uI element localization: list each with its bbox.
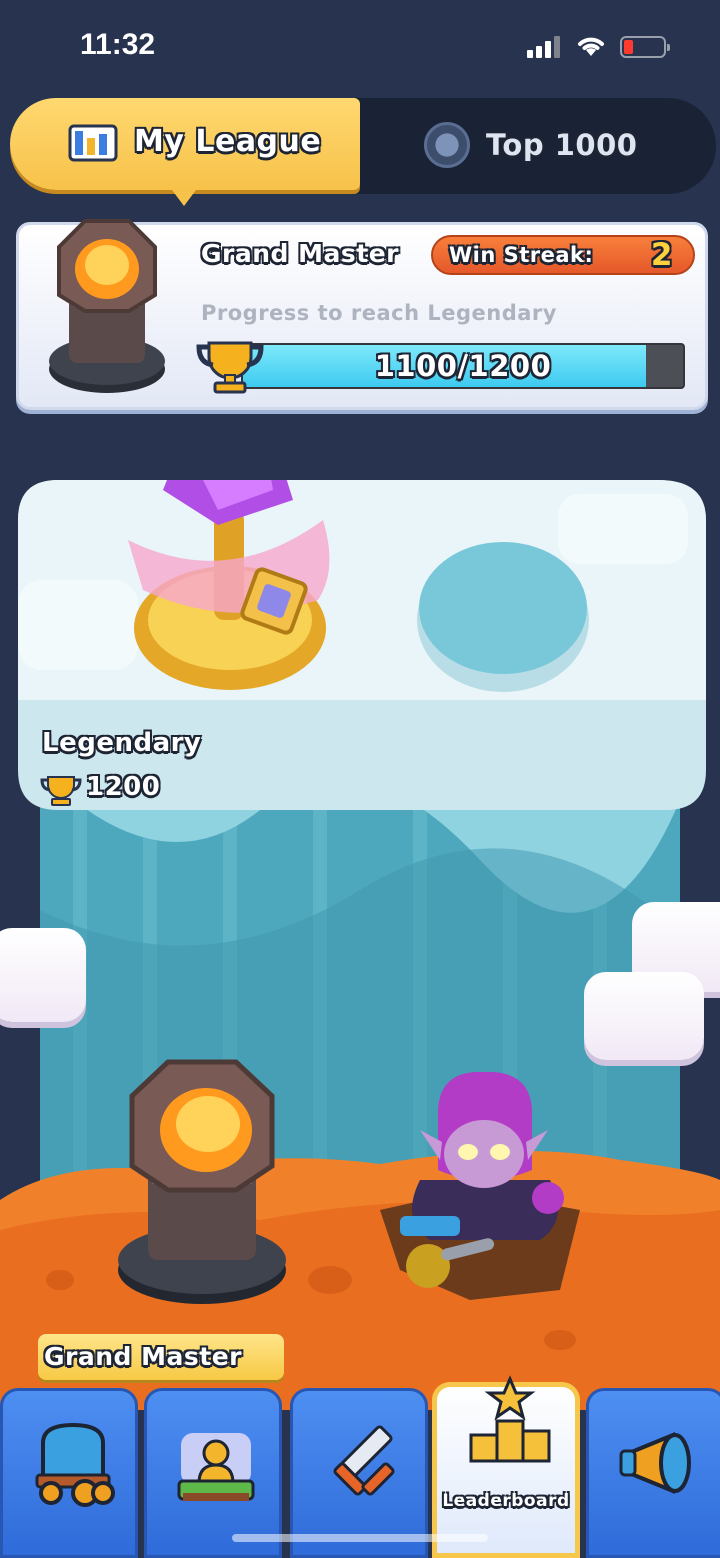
globe-icon bbox=[424, 122, 470, 168]
wifi-icon bbox=[578, 37, 604, 56]
legendary-trophy-value: 1200 bbox=[86, 772, 161, 802]
grand-master-tower bbox=[118, 1059, 286, 1304]
win-streak-value: 2 bbox=[650, 237, 673, 273]
nav-leaderboard-label: Leaderboard bbox=[442, 1491, 570, 1511]
win-streak-label: Win Streak: bbox=[449, 243, 594, 267]
tab-my-league-label: My League bbox=[134, 124, 322, 159]
castle-avatar-icon bbox=[177, 1433, 255, 1501]
nav-leaderboard[interactable]: Leaderboard bbox=[432, 1375, 580, 1558]
legendary-league-name: Legendary bbox=[42, 728, 202, 758]
nav-shop[interactable] bbox=[0, 1388, 138, 1558]
win-streak-badge: Win Streak: 2 bbox=[431, 235, 695, 275]
trophy-icon bbox=[196, 341, 264, 394]
grand-master-league-name: Grand Master bbox=[44, 1342, 242, 1371]
legendary-trophy-requirement: 1200 bbox=[40, 770, 170, 810]
nav-events[interactable] bbox=[586, 1388, 720, 1558]
wagon-icon bbox=[35, 1422, 115, 1507]
progress-text: 1100/1200 bbox=[374, 349, 552, 383]
bottom-nav: Leaderboard bbox=[0, 1375, 720, 1558]
league-progress-card: Grand Master Win Streak: 2 Progress to r… bbox=[16, 219, 708, 410]
status-bar: 11:32 bbox=[0, 0, 720, 96]
nav-clan[interactable] bbox=[144, 1388, 282, 1558]
megaphone-icon bbox=[619, 1432, 691, 1494]
battery-icon bbox=[620, 36, 670, 58]
crossed-swords-icon bbox=[333, 1425, 395, 1496]
progress-bar: 1100/1200 bbox=[241, 343, 685, 389]
legendary-ice-plateau bbox=[18, 480, 706, 810]
grand-master-tower-icon bbox=[49, 219, 165, 393]
progress-label: Progress to reach Legendary bbox=[201, 301, 557, 325]
player-avatar bbox=[400, 1071, 564, 1288]
tab-my-league[interactable]: My League bbox=[10, 98, 360, 206]
status-time: 11:32 bbox=[80, 28, 156, 61]
tab-top-1000-label: Top 1000 bbox=[486, 128, 638, 162]
podium-star-icon bbox=[469, 1375, 551, 1463]
signal-icon bbox=[527, 36, 561, 58]
current-league-name: Grand Master bbox=[201, 239, 399, 268]
league-tab-switch: My League Top 1000 bbox=[10, 98, 716, 206]
cloud bbox=[584, 972, 704, 1060]
nav-battle[interactable] bbox=[290, 1388, 428, 1558]
cloud bbox=[0, 928, 86, 1022]
league-map-icon bbox=[68, 124, 118, 162]
grand-master-league-label: Grand Master bbox=[38, 1334, 284, 1380]
trophy-icon bbox=[40, 776, 82, 806]
home-indicator[interactable] bbox=[232, 1534, 488, 1542]
